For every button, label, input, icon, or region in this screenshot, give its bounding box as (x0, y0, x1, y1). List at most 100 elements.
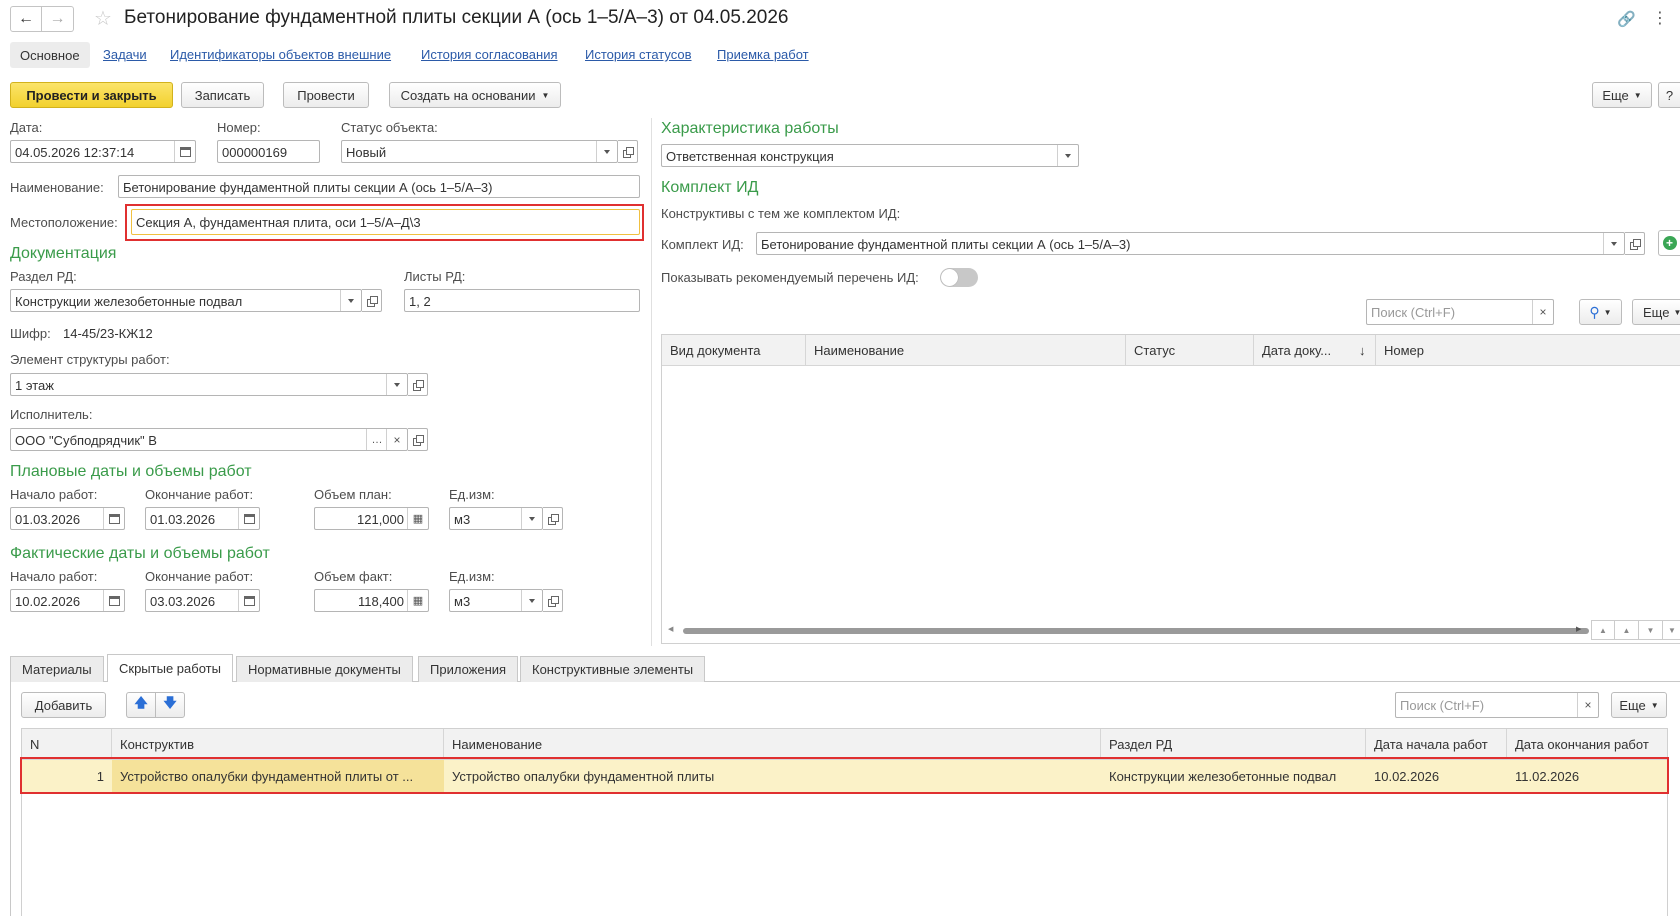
move-down-button[interactable]: 🡇 (155, 692, 185, 718)
back-button[interactable]: ← (10, 6, 42, 32)
nav-tab-main[interactable]: Основное (10, 42, 90, 68)
nav-tab-work-acceptance[interactable]: Приемка работ (717, 47, 809, 62)
nav-tab-external-ids[interactable]: Идентификаторы объектов внешние (170, 47, 391, 62)
open-planned-unit-button[interactable] (543, 507, 563, 530)
create-based-on-button[interactable]: Создать на основании ▼ (389, 82, 561, 108)
planned-start-field[interactable]: 01.03.2026 (10, 507, 125, 530)
col-number[interactable]: Номер (1376, 335, 1680, 365)
col-rd-section[interactable]: Раздел РД (1101, 729, 1366, 759)
tab-attachments[interactable]: Приложения (418, 656, 519, 682)
actual-end-field[interactable]: 03.03.2026 (145, 589, 260, 612)
link-icon[interactable]: 🔗 (1617, 10, 1636, 28)
id-search-input[interactable]: Поиск (Ctrl+F) × (1366, 299, 1554, 325)
calendar-icon[interactable] (103, 508, 124, 529)
executor-field[interactable]: ООО "Субподрядчик" В … × (10, 428, 408, 451)
work-element-field[interactable]: 1 этаж (10, 373, 408, 396)
open-actual-unit-button[interactable] (543, 589, 563, 612)
forward-button[interactable]: → (42, 6, 74, 32)
post-button[interactable]: Провести (283, 82, 369, 108)
tab-normative-docs[interactable]: Нормативные документы (236, 656, 413, 682)
planned-unit-field[interactable]: м3 (449, 507, 543, 530)
dropdown-icon[interactable] (1057, 145, 1078, 166)
open-work-element-button[interactable] (408, 373, 428, 396)
work-characteristic-field[interactable]: Ответственная конструкция (661, 144, 1079, 167)
actual-unit-field[interactable]: м3 (449, 589, 543, 612)
select-ellipsis-icon[interactable]: … (366, 429, 387, 450)
help-button[interactable]: ? (1658, 82, 1680, 108)
tab-materials[interactable]: Материалы (10, 656, 104, 682)
date-field[interactable]: 04.05.2026 12:37:14 (10, 140, 196, 163)
scroll-top-icon[interactable]: ▲ (1591, 620, 1615, 640)
bottom-search-input[interactable]: Поиск (Ctrl+F) × (1395, 692, 1599, 718)
dropdown-icon[interactable] (521, 508, 542, 529)
scroll-bottom-icon[interactable]: ▼ (1663, 620, 1680, 640)
id-set-label: Комплект ИД: (661, 237, 744, 252)
id-more-button[interactable]: Еще ▼ (1632, 299, 1680, 325)
name-field[interactable]: Бетонирование фундаментной плиты секции … (118, 175, 640, 198)
col-end-date[interactable]: Дата окончания работ (1507, 729, 1667, 759)
calculator-icon[interactable]: ▦ (407, 508, 428, 529)
scroll-down-icon[interactable]: ▼ (1639, 620, 1663, 640)
col-doc-type[interactable]: Вид документа (662, 335, 806, 365)
calendar-icon[interactable] (174, 141, 195, 162)
name-label: Наименование: (10, 180, 104, 195)
scroll-right-icon[interactable]: ▶ (1576, 625, 1581, 633)
col-construct[interactable]: Конструктив (112, 729, 444, 759)
planned-volume-field[interactable]: 121,000 ▦ (314, 507, 429, 530)
nav-tab-approval-history[interactable]: История согласования (421, 47, 558, 62)
more-button[interactable]: Еще ▼ (1592, 82, 1652, 108)
open-executor-button[interactable] (408, 428, 428, 451)
nav-tab-tasks[interactable]: Задачи (103, 47, 147, 62)
location-field[interactable]: Секция А, фундаментная плита, оси 1–5/А–… (131, 209, 640, 235)
calculator-icon[interactable]: ▦ (407, 590, 428, 611)
id-search-button[interactable]: ⚲ ▼ (1579, 299, 1622, 325)
star-icon[interactable]: ☆ (94, 6, 112, 31)
actual-start-field[interactable]: 10.02.2026 (10, 589, 125, 612)
horizontal-scrollbar[interactable] (683, 628, 1589, 634)
add-id-set-button[interactable]: + (1658, 230, 1680, 256)
col-start-date[interactable]: Дата начала работ (1366, 729, 1507, 759)
post-and-close-button[interactable]: Провести и закрыть (10, 82, 173, 108)
panel-divider (651, 118, 652, 646)
open-id-set-button[interactable] (1625, 232, 1645, 255)
kebab-menu-icon[interactable]: ⋮ (1652, 8, 1668, 28)
clear-icon[interactable]: × (1532, 300, 1553, 324)
dropdown-icon[interactable] (386, 374, 407, 395)
sort-desc-icon[interactable]: ↓ (1354, 335, 1376, 365)
dropdown-icon[interactable] (340, 290, 361, 311)
tab-structural-elements[interactable]: Конструктивные элементы (520, 656, 706, 682)
dropdown-icon[interactable] (521, 590, 542, 611)
clear-icon[interactable]: × (1577, 693, 1598, 717)
scroll-left-icon[interactable]: ◀ (668, 625, 673, 633)
col-name[interactable]: Наименование (806, 335, 1126, 365)
work-element-value: 1 этаж (15, 378, 54, 393)
tab-hidden-works[interactable]: Скрытые работы (107, 654, 233, 682)
calendar-icon[interactable] (238, 508, 259, 529)
actual-volume-field[interactable]: 118,400 ▦ (314, 589, 429, 612)
col-work-name[interactable]: Наименование (444, 729, 1101, 759)
number-field[interactable]: 000000169 (217, 140, 320, 163)
clear-icon[interactable]: × (386, 429, 407, 450)
col-n[interactable]: N (22, 729, 112, 759)
calendar-icon[interactable] (103, 590, 124, 611)
move-up-button[interactable]: 🡅 (126, 692, 156, 718)
nav-tab-status-history[interactable]: История статусов (585, 47, 692, 62)
bottom-more-button[interactable]: Еще ▼ (1611, 692, 1667, 718)
save-button[interactable]: Записать (181, 82, 264, 108)
dropdown-icon[interactable] (1603, 233, 1624, 254)
add-button[interactable]: Добавить (21, 692, 106, 718)
scroll-up-icon[interactable]: ▲ (1615, 620, 1639, 640)
col-status[interactable]: Статус (1126, 335, 1254, 365)
cipher-value: 14-45/23-КЖ12 (63, 326, 153, 341)
rd-section-field[interactable]: Конструкции железобетонные подвал (10, 289, 362, 312)
show-recommended-toggle[interactable] (940, 268, 978, 287)
rd-sheets-field[interactable]: 1, 2 (404, 289, 640, 312)
col-doc-date[interactable]: Дата доку... (1254, 335, 1354, 365)
planned-end-field[interactable]: 01.03.2026 (145, 507, 260, 530)
open-rd-section-button[interactable] (362, 289, 382, 312)
dropdown-icon[interactable] (596, 141, 617, 162)
status-field[interactable]: Новый (341, 140, 618, 163)
open-status-button[interactable] (618, 140, 638, 163)
calendar-icon[interactable] (238, 590, 259, 611)
id-set-field[interactable]: Бетонирование фундаментной плиты секции … (756, 232, 1625, 255)
